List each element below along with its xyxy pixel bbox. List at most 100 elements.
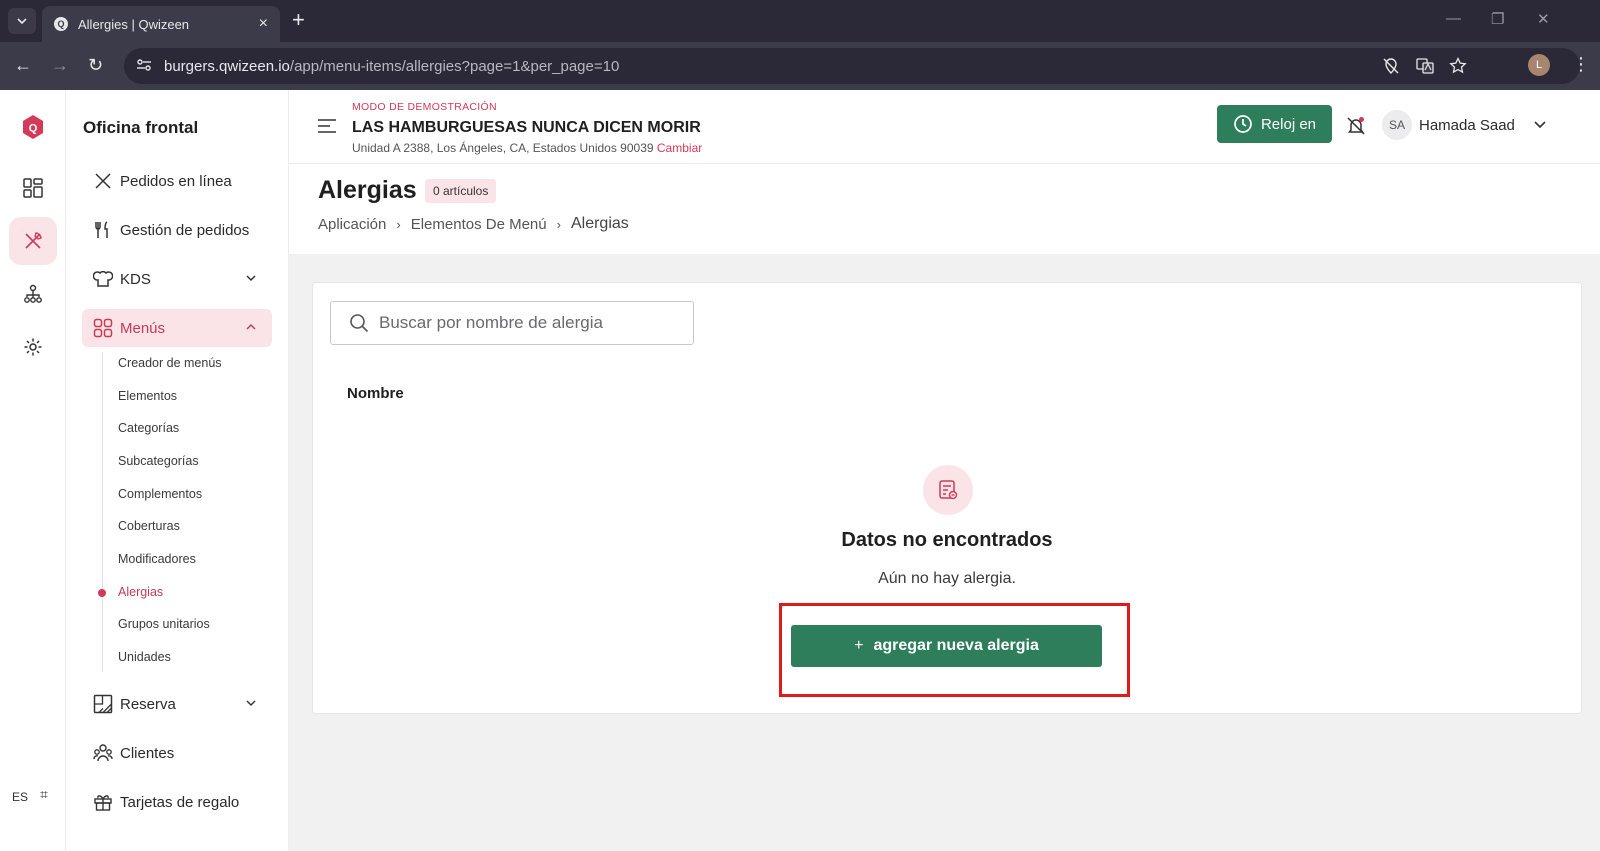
sidebar-item-label: Menús <box>120 319 166 337</box>
sidebar-brand: Oficina frontal <box>83 118 199 137</box>
submenu-units[interactable]: Unidades <box>118 650 171 664</box>
clock-in-label: Reloj en <box>1260 115 1317 133</box>
search-input[interactable] <box>379 313 679 333</box>
tab-favicon-icon: Q <box>54 17 68 31</box>
reload-icon[interactable]: ↻ <box>88 55 103 75</box>
translate-icon[interactable] <box>1416 57 1434 80</box>
notifications-off-icon[interactable] <box>1346 116 1366 136</box>
floor-plan-icon <box>92 693 114 715</box>
submenu-modifiers[interactable]: Modificadores <box>118 552 196 566</box>
grid-menu-icon <box>92 317 114 339</box>
chevron-down-icon[interactable] <box>1533 120 1547 130</box>
sidebar-item-label: Gestión de pedidos <box>120 221 250 239</box>
submenu-addons[interactable]: Complementos <box>118 487 202 501</box>
page-header: Alergias 0 artículos Aplicación › Elemen… <box>289 164 1600 254</box>
demo-mode-label: MODO DE DEMOSTRACIÓN <box>352 101 497 113</box>
search-icon <box>350 314 369 333</box>
tab-title: Allergies | Qwizeen <box>78 16 190 32</box>
submenu-subcategories[interactable]: Subcategorías <box>118 454 199 468</box>
address-bar[interactable]: burgers.qwizeen.io/app/menu-items/allerg… <box>124 48 1580 84</box>
add-button-label: agregar nueva alergia <box>873 637 1039 654</box>
translate-small-icon[interactable]: ⌗ <box>40 786 48 803</box>
back-arrow-icon[interactable]: ← <box>14 55 32 75</box>
sidebar-item-reservation[interactable]: Reserva <box>82 685 272 723</box>
new-tab-button[interactable]: + <box>292 9 305 31</box>
sidebar-item-online-orders[interactable]: Pedidos en línea <box>82 162 272 200</box>
content-card: Nombre Datos no encontrados Aún no hay a… <box>312 282 1582 714</box>
location-off-icon[interactable] <box>1382 57 1400 80</box>
close-tab-icon[interactable]: × <box>259 15 268 33</box>
breadcrumb-app[interactable]: Aplicación <box>318 216 386 233</box>
url-path: /app/menu-items/allergies?page=1&per_pag… <box>289 58 620 75</box>
submenu-unit-groups[interactable]: Grupos unitarios <box>118 617 210 631</box>
profile-avatar[interactable]: L <box>1528 54 1550 76</box>
column-header-name[interactable]: Nombre <box>347 385 404 402</box>
url-host: burgers.qwizeen.io <box>164 58 290 75</box>
sidebar-item-menus[interactable]: Menús <box>82 309 272 347</box>
add-new-allergy-button[interactable]: + agregar nueva alergia <box>791 625 1102 667</box>
org-hierarchy-icon[interactable] <box>9 270 57 318</box>
submenu-allergies[interactable]: Alergias <box>118 585 163 599</box>
tab-search-button[interactable] <box>8 8 36 34</box>
settings-gear-icon[interactable] <box>9 323 57 371</box>
submenu-items[interactable]: Elementos <box>118 389 177 403</box>
hamburger-menu-icon[interactable] <box>317 118 337 134</box>
sidebar-item-order-management[interactable]: Gestión de pedidos <box>82 211 272 249</box>
sidebar-item-customers[interactable]: Clientes <box>82 734 272 772</box>
svg-text:Q: Q <box>29 123 38 135</box>
empty-state-title: Datos no encontrados <box>841 529 1053 551</box>
breadcrumb: Aplicación › Elementos De Menú › Alergia… <box>318 215 629 233</box>
browser-toolbar: ← → ↻ burgers.qwizeen.io/app/menu-items/… <box>0 42 1600 90</box>
plus-icon: + <box>854 637 864 654</box>
browser-tab[interactable]: Q Allergies | Qwizeen × <box>42 6 280 42</box>
fork-knife-cross-icon <box>92 170 114 192</box>
clock-in-button[interactable]: Reloj en <box>1217 105 1332 143</box>
close-window-icon[interactable]: ✕ <box>1537 10 1550 28</box>
clock-icon <box>1234 115 1252 133</box>
breadcrumb-current: Alergias <box>570 215 629 232</box>
cutlery-icon <box>92 219 114 241</box>
icon-rail: Q ES ⌗ <box>0 90 66 851</box>
restore-window-icon[interactable]: ❐ <box>1491 10 1504 28</box>
restaurant-address: Unidad A 2388, Los Ángeles, CA, Estados … <box>352 141 702 155</box>
sidebar-item-label: Reserva <box>120 695 176 713</box>
gift-icon <box>92 791 114 813</box>
qwizeen-logo-icon[interactable]: Q <box>21 114 45 140</box>
page-title: Alergias <box>318 176 417 204</box>
submenu-menu-builder[interactable]: Creador de menús <box>118 356 222 370</box>
sidebar-item-label: KDS <box>120 270 151 288</box>
sidebar: Oficina frontal Pedidos en línea Gestión… <box>66 90 289 851</box>
breadcrumb-menu-items[interactable]: Elementos De Menú <box>411 216 547 233</box>
language-selector[interactable]: ES <box>12 790 28 804</box>
chevron-down-icon <box>17 18 27 24</box>
search-box[interactable] <box>330 301 694 345</box>
sidebar-item-label: Pedidos en línea <box>120 172 232 190</box>
chevron-right-icon: › <box>396 216 401 232</box>
user-name[interactable]: Hamada Saad <box>1419 117 1515 134</box>
bookmark-star-icon[interactable] <box>1449 56 1467 80</box>
submenu-categories[interactable]: Categorías <box>118 421 179 435</box>
more-options-icon[interactable]: ⋮ <box>1572 54 1590 75</box>
empty-state-subtitle: Aún no hay alergia. <box>878 570 1016 587</box>
url-text[interactable]: burgers.qwizeen.io/app/menu-items/allerg… <box>164 58 619 75</box>
chevron-right-icon: › <box>556 216 561 232</box>
chef-hat-icon <box>92 268 114 290</box>
user-avatar[interactable]: SA <box>1382 110 1412 140</box>
submenu-toppings[interactable]: Coberturas <box>118 519 180 533</box>
change-location-link[interactable]: Cambiar <box>657 141 702 155</box>
utensils-icon[interactable] <box>9 217 57 265</box>
minimize-window-icon[interactable]: — <box>1446 10 1461 27</box>
active-indicator-dot <box>98 589 106 597</box>
sidebar-item-label: Tarjetas de regalo <box>120 793 240 811</box>
browser-tab-bar: Q Allergies | Qwizeen × + — ❐ ✕ <box>0 0 1600 42</box>
empty-list-icon <box>923 465 973 515</box>
item-count-badge: 0 artículos <box>425 179 497 203</box>
sidebar-item-gift-cards[interactable]: Tarjetas de regalo <box>82 783 272 821</box>
dashboard-icon[interactable] <box>9 164 57 212</box>
sidebar-item-kds[interactable]: KDS <box>82 260 272 298</box>
forward-arrow-icon[interactable]: → <box>51 55 69 75</box>
site-settings-icon[interactable] <box>136 57 154 75</box>
users-icon <box>92 742 114 764</box>
restaurant-name: LAS HAMBURGUESAS NUNCA DICEN MORIR <box>352 119 701 136</box>
chevron-down-icon <box>246 700 256 707</box>
